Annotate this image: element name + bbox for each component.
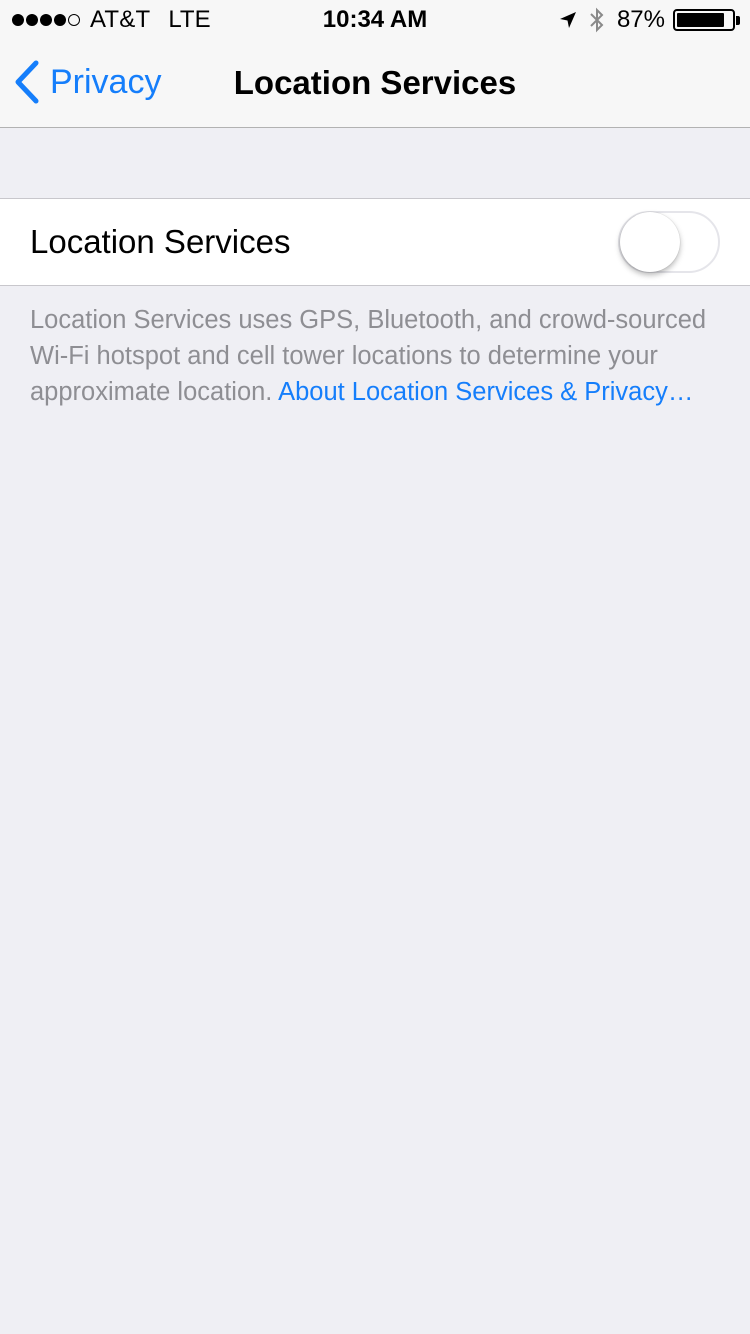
battery-body <box>673 9 735 31</box>
battery-icon <box>673 9 740 31</box>
battery-percent: 87% <box>616 6 665 33</box>
screen: AT&T LTE 10:34 AM 87% Privacy Location S… <box>0 0 750 1334</box>
toggle-knob <box>620 212 680 272</box>
page-title: Location Services <box>233 64 517 101</box>
location-services-label: Location Services <box>30 223 291 260</box>
top-bar: AT&T LTE 10:34 AM 87% Privacy Location S… <box>0 0 750 128</box>
about-privacy-link[interactable]: About Location Services & Privacy… <box>278 378 693 406</box>
status-bar: AT&T LTE 10:34 AM 87% <box>0 0 750 40</box>
location-services-cell: Location Services <box>0 198 750 286</box>
location-arrow-icon <box>559 11 577 29</box>
battery-fill <box>677 13 724 27</box>
location-services-toggle[interactable] <box>618 211 720 273</box>
navigation-bar: Privacy Location Services <box>0 40 750 128</box>
footer-description: Location Services uses GPS, Bluetooth, a… <box>30 302 710 410</box>
bluetooth-icon <box>589 7 605 33</box>
battery-tip <box>736 15 740 25</box>
status-right: 87% <box>559 6 740 34</box>
